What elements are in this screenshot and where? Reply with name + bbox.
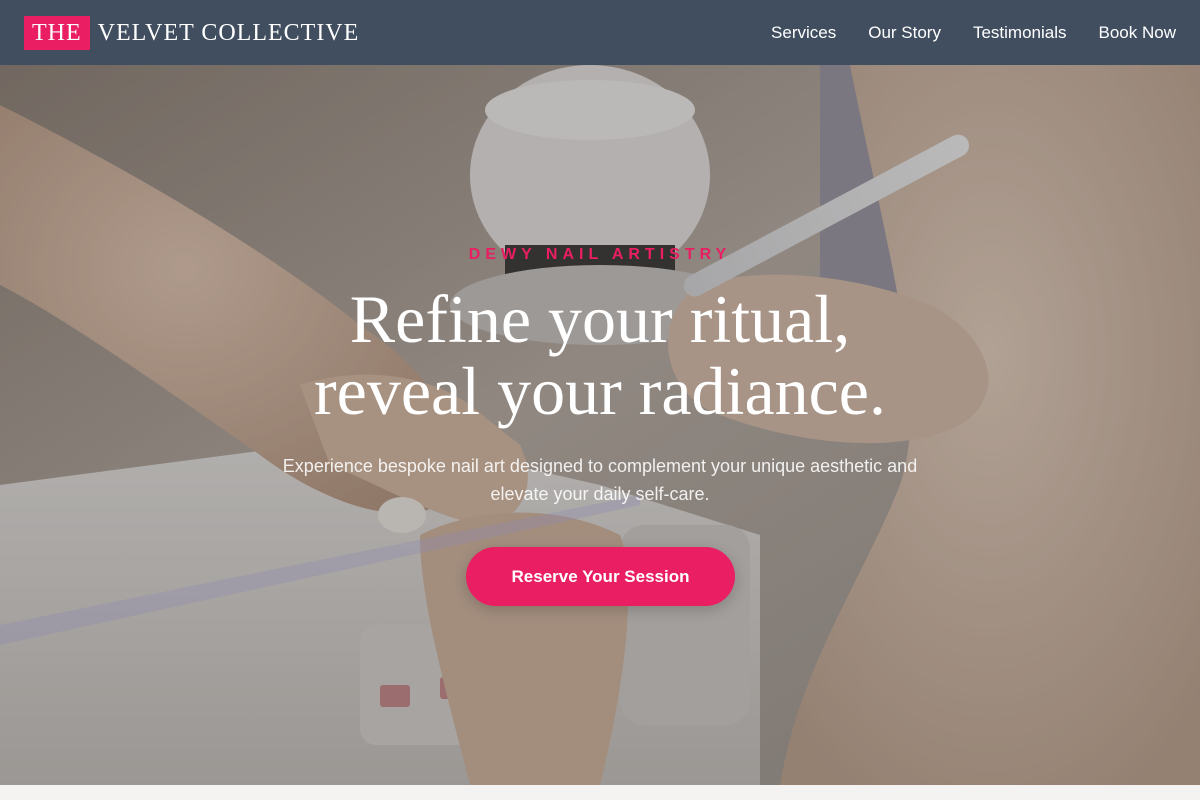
nav-link-book-now[interactable]: Book Now xyxy=(1099,23,1176,43)
reserve-session-button[interactable]: Reserve Your Session xyxy=(466,547,735,606)
nav-link-testimonials[interactable]: Testimonials xyxy=(973,23,1067,43)
hero-headline-line-1: Refine your ritual, xyxy=(349,281,851,357)
hero-eyebrow: DEWY NAIL ARTISTRY xyxy=(468,246,732,263)
site-header: THE VELVET COLLECTIVE Services Our Story… xyxy=(0,0,1200,65)
hero-content: DEWY NAIL ARTISTRY Refine your ritual, r… xyxy=(0,65,1200,785)
hero-description: Experience bespoke nail art designed to … xyxy=(282,456,918,504)
brand-logo-highlight: THE xyxy=(24,15,90,50)
hero-headline-line-2: reveal your radiance. xyxy=(314,353,886,429)
main-nav: Services Our Story Testimonials Book Now xyxy=(771,23,1176,43)
next-section-edge xyxy=(0,785,1200,800)
brand-logo[interactable]: THE VELVET COLLECTIVE xyxy=(24,15,360,50)
brand-logo-name: VELVET COLLECTIVE xyxy=(97,19,360,46)
hero-section: DEWY NAIL ARTISTRY Refine your ritual, r… xyxy=(0,65,1200,785)
nav-link-our-story[interactable]: Our Story xyxy=(868,23,941,43)
hero-headline: Refine your ritual, reveal your radiance… xyxy=(0,283,1200,427)
nav-link-services[interactable]: Services xyxy=(771,23,836,43)
